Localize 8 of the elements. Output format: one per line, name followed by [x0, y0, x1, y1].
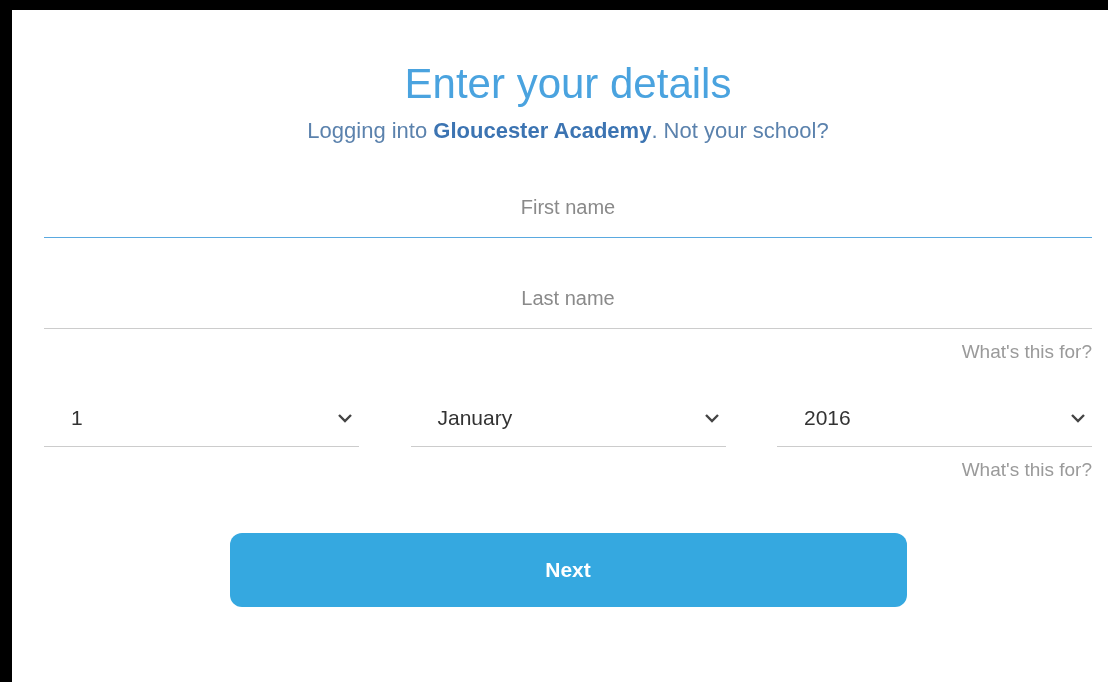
chevron-icon [703, 412, 720, 423]
date-dropdown[interactable]: 2016 [777, 389, 1092, 447]
chevron-icon [337, 412, 353, 423]
date-dropdown[interactable]: 1 [44, 389, 359, 447]
page-title: Enter your details [403, 59, 733, 108]
chevron-icon [1070, 412, 1086, 423]
date-dropdown[interactable]: January [410, 389, 726, 447]
school-message: Logging into Gloucester Academy. Not your school? [306, 118, 830, 144]
